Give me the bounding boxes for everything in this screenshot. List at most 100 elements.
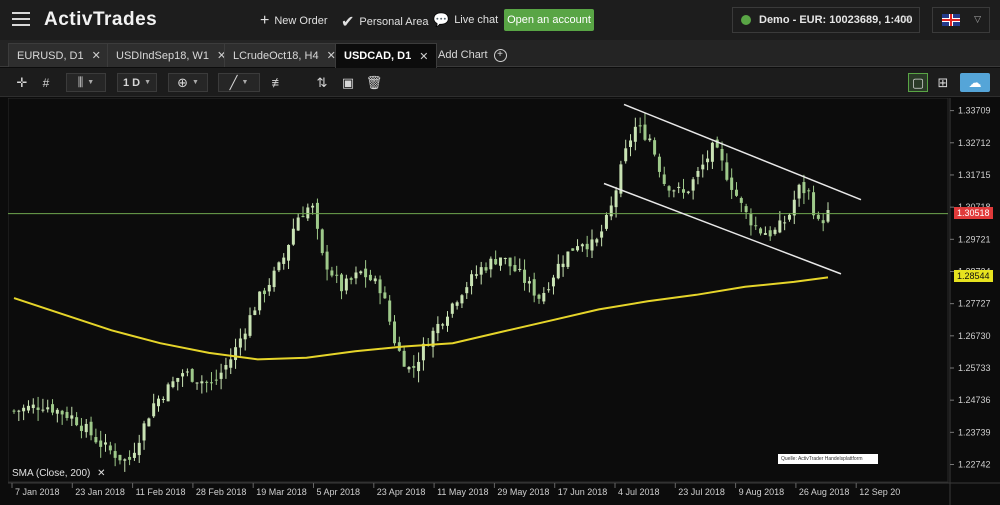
candle-body	[368, 274, 372, 281]
multi-layout-icon[interactable]: ⊞	[933, 73, 953, 92]
language-selector[interactable]: ▽	[932, 7, 990, 33]
candle-body	[561, 263, 565, 268]
x-tick-label: 23 Jan 2018	[75, 487, 125, 497]
screenshot-icon[interactable]: ▣	[338, 73, 358, 92]
plus-circle-icon: ⊕	[177, 74, 188, 90]
candle-body	[445, 316, 449, 326]
crosshair-icon[interactable]: ✛	[12, 73, 32, 92]
candle-body	[287, 244, 291, 261]
chart-tabs: EURUSD, D1 ✕ USDIndSep18, W1 ✕ LCrudeOct…	[0, 40, 1000, 68]
candle-body	[537, 294, 541, 299]
cloud-icon[interactable]: ☁	[960, 73, 990, 92]
candle-body	[725, 162, 729, 180]
candle-body	[22, 407, 26, 412]
candle-body	[330, 270, 334, 276]
live-chat-button[interactable]: 💬 Live chat	[433, 12, 498, 28]
candle-body	[792, 199, 796, 216]
candle-body	[156, 398, 160, 407]
trash-icon[interactable]: 🗑	[364, 73, 384, 92]
tab-lcrudeoct18[interactable]: LCrudeOct18, H4 ✕	[224, 43, 345, 67]
candle-body	[113, 451, 117, 458]
candle-body	[638, 125, 642, 127]
candle-body	[248, 315, 252, 336]
y-tick-label: 1.27727	[958, 299, 991, 309]
candle-body	[441, 324, 445, 326]
candle-body	[585, 243, 589, 250]
grid-icon[interactable]: #	[36, 73, 56, 92]
candle-body	[710, 142, 714, 162]
y-tick-label: 1.23739	[958, 427, 991, 437]
new-order-label: New Order	[274, 15, 328, 27]
candle-body	[667, 186, 671, 191]
x-tick-label: 5 Apr 2018	[317, 487, 361, 497]
candle-body	[17, 410, 21, 412]
logo: ActivTrades	[44, 9, 158, 30]
candle-body	[802, 182, 806, 194]
tab-eurusd[interactable]: EURUSD, D1 ✕	[8, 43, 110, 67]
candle-body	[503, 257, 507, 259]
candle-body	[730, 177, 734, 190]
candle-body	[152, 403, 156, 417]
fibonacci-icon[interactable]: ≢	[268, 73, 288, 92]
candle-body	[99, 440, 103, 447]
candle-body	[123, 459, 127, 461]
account-selector[interactable]: Demo - EUR: 10023689, 1:400 ▽	[732, 7, 920, 33]
close-icon[interactable]: ✕	[419, 50, 428, 63]
chevron-down-icon: ▼	[144, 79, 152, 86]
price-chart[interactable]: 1.337091.327121.317151.307181.297211.287…	[8, 98, 1000, 505]
candle-body	[826, 210, 830, 222]
candle-body	[677, 186, 681, 188]
x-tick-label: 11 May 2018	[437, 487, 488, 497]
source-note: Quelle: ActivTrader Handelsplattform	[778, 454, 878, 464]
candle-body	[238, 338, 242, 348]
close-icon[interactable]: ✕	[92, 49, 101, 62]
menu-icon[interactable]	[12, 12, 30, 26]
compare-icon[interactable]: ⇅	[312, 73, 332, 92]
candle-body	[12, 410, 16, 412]
candle-body	[734, 189, 738, 196]
period-selector[interactable]: 1 D ▼	[117, 73, 157, 92]
candle-body	[821, 220, 825, 224]
candle-body	[508, 257, 512, 267]
candle-body	[720, 148, 724, 161]
candle-body	[407, 367, 411, 370]
x-tick-label: 28 Feb 2018	[196, 487, 247, 497]
candle-body	[296, 217, 300, 231]
candle-body	[176, 377, 180, 382]
close-icon[interactable]: ✕	[97, 468, 105, 479]
candle-body	[436, 323, 440, 334]
candle-body	[229, 359, 233, 368]
tab-usdindsep18[interactable]: USDIndSep18, W1 ✕	[107, 43, 236, 67]
candle-body	[609, 205, 613, 217]
tab-usdcad[interactable]: USDCAD, D1 ✕	[335, 43, 438, 68]
candle-body	[465, 287, 469, 294]
candle-body	[258, 291, 262, 311]
candle-body	[696, 170, 700, 177]
single-layout-icon[interactable]: ▢	[908, 73, 928, 92]
drawing-tool-selector[interactable]: ╱ ▼	[218, 73, 260, 92]
candle-body	[763, 233, 767, 235]
candle-body	[320, 229, 324, 254]
personal-area-button[interactable]: ✔ Personal Area	[341, 12, 429, 32]
candle-body	[359, 271, 363, 274]
candle-body	[657, 156, 661, 172]
candle-body	[354, 272, 358, 279]
candle-body	[378, 279, 382, 294]
candle-body	[744, 206, 748, 213]
chart-canvas[interactable]: 1.337091.327121.317151.307181.297211.287…	[8, 98, 1000, 505]
candle-body	[479, 267, 483, 275]
candle-body	[816, 214, 820, 219]
candle-body	[190, 369, 194, 382]
plus-circle-icon: +	[493, 48, 507, 62]
x-tick-label: 23 Jul 2018	[678, 487, 725, 497]
candle-body	[205, 381, 209, 383]
candle-body	[272, 270, 276, 288]
chevron-down-icon: ▼	[87, 79, 95, 86]
open-account-button[interactable]: Open an account	[504, 9, 594, 31]
chart-type-selector[interactable]: ⫼ ▼	[66, 73, 106, 92]
indicator-selector[interactable]: ⊕ ▼	[168, 73, 208, 92]
new-order-button[interactable]: + New Order	[260, 12, 328, 30]
tab-label: USDIndSep18, W1	[116, 49, 209, 62]
add-chart-button[interactable]: Add Chart +	[430, 43, 515, 67]
status-dot-icon	[741, 15, 751, 25]
